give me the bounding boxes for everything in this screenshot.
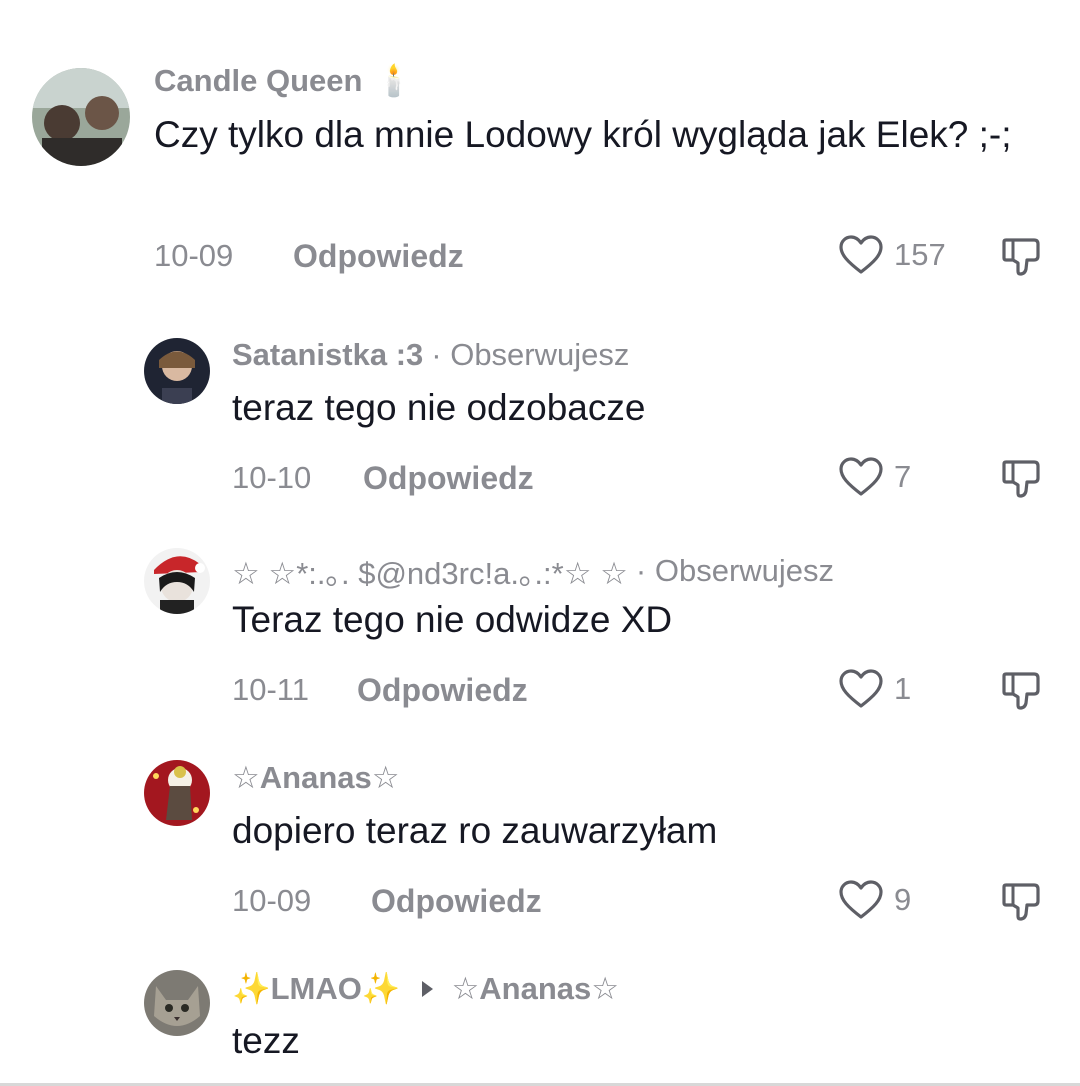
comment-username-row: ✨LMAO✨ ☆Ananas☆ [232, 970, 619, 1007]
triangle-right-icon [422, 980, 434, 997]
like-count: 9 [894, 882, 912, 917]
like-button[interactable]: 7 [838, 456, 911, 498]
username[interactable]: ✨LMAO✨ [232, 970, 400, 1007]
heart-outline-icon [839, 669, 883, 708]
reply-button[interactable]: Odpowiedz [363, 460, 534, 497]
comment-username-row: ☆ ☆*:.｡. $@nd3rc!a.｡.:*☆ ☆ · Obserwujesz [232, 548, 834, 593]
avatar[interactable] [144, 970, 210, 1036]
avatar[interactable] [144, 548, 210, 614]
comment-username-row: Satanistka :3 · Obserwujesz [232, 337, 629, 373]
comment-username-row: ☆Ananas☆ [232, 760, 400, 796]
comment-text: Czy tylko dla mnie Lodowy król wygląda j… [154, 114, 1012, 155]
thumbs-down-icon[interactable] [1001, 670, 1043, 712]
comment-date: 10-11 [232, 672, 309, 707]
candle-badge-icon: 🕯️ [374, 63, 414, 98]
like-button[interactable]: 9 [838, 879, 911, 921]
comment-date: 10-09 [154, 238, 234, 273]
heart-outline-icon [839, 880, 883, 919]
heart-outline-icon [839, 457, 883, 496]
thumbs-down-icon[interactable] [1001, 881, 1043, 923]
comment-text: teraz tego nie odzobacze [232, 387, 646, 428]
username[interactable]: Satanistka :3 [232, 337, 423, 373]
like-count: 7 [894, 459, 912, 494]
reply-to-username[interactable]: ☆Ananas☆ [451, 971, 619, 1007]
following-label: · Obserwujesz [431, 337, 630, 372]
following-label: · Obserwujesz [635, 552, 835, 588]
comment-date: 10-09 [232, 883, 312, 918]
reply-button[interactable]: Odpowiedz [357, 672, 528, 709]
reply-button[interactable]: Odpowiedz [371, 883, 542, 920]
thumbs-down-icon[interactable] [1001, 236, 1043, 278]
comment-text: Teraz tego nie odwidze XD [232, 599, 673, 640]
avatar[interactable] [144, 338, 210, 404]
like-button[interactable]: 157 [838, 234, 946, 276]
username[interactable]: ☆Ananas☆ [232, 760, 400, 796]
username[interactable]: Candle Queen [154, 63, 362, 99]
comment-text: tezz [232, 1020, 300, 1061]
reply-button[interactable]: Odpowiedz [293, 238, 464, 275]
thumbs-down-icon[interactable] [1001, 458, 1043, 500]
like-count: 1 [894, 671, 912, 706]
like-count: 157 [894, 237, 946, 272]
username[interactable]: ☆ ☆*:.｡. $@nd3rc!a.｡.:*☆ ☆ [232, 548, 628, 593]
heart-outline-icon [839, 235, 883, 274]
comment-username-row: Candle Queen 🕯️ [154, 62, 413, 99]
avatar[interactable] [32, 68, 130, 166]
comment-date: 10-10 [232, 460, 312, 495]
comment-text: dopiero teraz ro zauwarzyłam [232, 810, 718, 851]
avatar[interactable] [144, 760, 210, 826]
like-button[interactable]: 1 [838, 668, 911, 710]
